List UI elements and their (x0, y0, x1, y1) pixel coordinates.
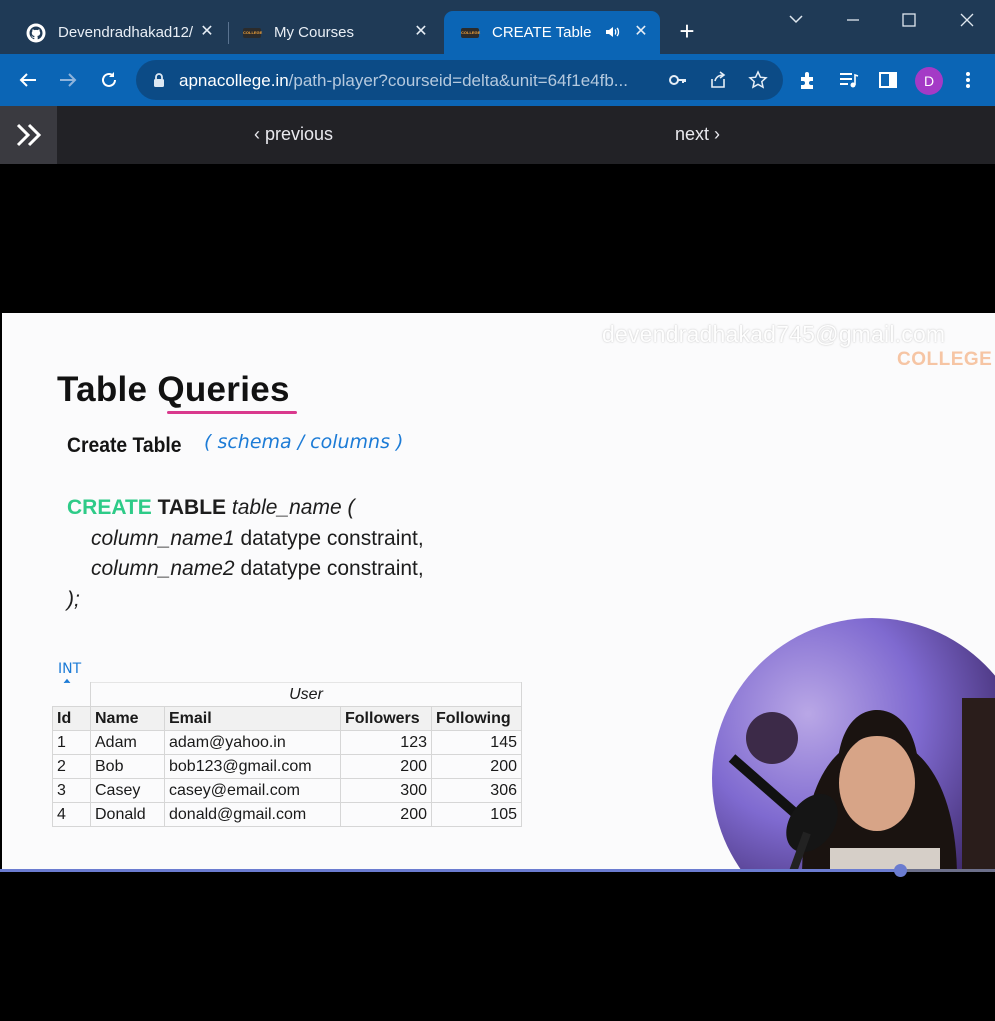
code-line-2: column_name1 datatype constraint, (91, 526, 424, 550)
table-caption: User (90, 682, 522, 707)
code-line-3: column_name2 datatype constraint, (91, 557, 424, 580)
video-letterbox-bottom[interactable] (0, 869, 995, 1021)
table-cell: adam@yahoo.in (164, 730, 341, 755)
column-header: Following (431, 706, 522, 731)
tab-strip: Devendradhakad12/ ✕ COLLEGE My Courses ✕… (0, 0, 995, 54)
extensions-puzzle-icon[interactable] (795, 67, 821, 93)
table-cell: 105 (431, 802, 522, 827)
course-player-bar: ‹ previous next › (0, 106, 995, 164)
address-bar[interactable]: apnacollege.in/path-player?courseid=delt… (136, 60, 783, 100)
table-row: 2 Bob bob123@gmail.com 200 200 (52, 754, 522, 779)
table-cell: Casey (90, 778, 165, 803)
browser-toolbar: apnacollege.in/path-player?courseid=delt… (0, 54, 995, 106)
table-cell: 123 (340, 730, 432, 755)
speaker-icon[interactable] (604, 23, 622, 41)
maximize-icon[interactable] (894, 8, 924, 32)
tab-title: Devendradhakad12/ (58, 24, 194, 41)
reload-icon[interactable] (96, 67, 122, 93)
media-queue-icon[interactable] (835, 67, 861, 93)
slide-subtitle: Create Table (67, 434, 182, 457)
table-cell: 200 (340, 754, 432, 779)
column-header: Email (164, 706, 341, 731)
column-header: Followers (340, 706, 432, 731)
table-cell: 4 (52, 802, 91, 827)
github-icon (26, 23, 46, 43)
instructor-webcam-overlay (712, 618, 995, 869)
lock-icon[interactable] (148, 69, 170, 91)
profile-avatar[interactable]: D (915, 67, 943, 95)
table-header-row: Id Name Email Followers Following (52, 706, 522, 731)
sidebar-toggle-button[interactable] (0, 106, 57, 164)
close-icon[interactable]: ✕ (198, 23, 216, 41)
code-line-1: CREATE TABLE table_name ( (67, 496, 355, 519)
table-cell: 2 (52, 754, 91, 779)
table-row: 4 Donald donald@gmail.com 200 105 (52, 802, 522, 827)
table-cell: 145 (431, 730, 522, 755)
table-cell: Bob (90, 754, 165, 779)
handwritten-note: ( schema / columns ) (204, 431, 403, 453)
table-cell: Adam (90, 730, 165, 755)
tab-create-table[interactable]: COLLEGE CREATE Table ✕ (444, 11, 660, 54)
column-header: Name (90, 706, 165, 731)
video-progress-fill (0, 869, 900, 872)
int-note-text: INT (58, 661, 82, 677)
blank-cell (52, 682, 91, 707)
side-panel-icon[interactable] (875, 67, 901, 93)
close-icon[interactable]: ✕ (412, 23, 430, 41)
tab-divider (228, 22, 229, 44)
window-close-icon[interactable] (952, 8, 982, 32)
table-row: 3 Casey casey@email.com 300 306 (52, 778, 522, 803)
video-frame-slide[interactable]: devendradhakad745@gmail.com COLLEGE Tabl… (2, 313, 995, 869)
tab-search-chevron-icon[interactable] (781, 8, 811, 32)
title-underline (167, 411, 297, 414)
column-header: Id (52, 706, 91, 731)
key-icon[interactable] (667, 69, 689, 91)
table-cell: 3 (52, 778, 91, 803)
table-row: 1 Adam adam@yahoo.in 123 145 (52, 730, 522, 755)
table-cell: 1 (52, 730, 91, 755)
more-menu-icon[interactable] (955, 67, 981, 93)
table-cell: bob123@gmail.com (164, 754, 341, 779)
instructor-image (728, 698, 995, 869)
forward-arrow-icon[interactable] (55, 67, 81, 93)
bookmark-star-icon[interactable] (747, 69, 769, 91)
table-cell: 300 (340, 778, 432, 803)
double-chevron-right-icon (16, 123, 41, 147)
minimize-icon[interactable] (838, 8, 868, 32)
video-letterbox-top[interactable] (0, 164, 995, 313)
close-icon[interactable]: ✕ (632, 23, 650, 41)
next-link[interactable]: next › (675, 124, 720, 145)
table-cell: Donald (90, 802, 165, 827)
tab-title: My Courses (274, 24, 355, 41)
handwritten-annotation: ( schema / columns ) (204, 431, 403, 453)
table-cell: casey@email.com (164, 778, 341, 803)
college-logo-icon: COLLEGE (460, 23, 480, 43)
table-caption-row: User (52, 682, 522, 707)
watermark-email: devendradhakad745@gmail.com (602, 321, 946, 347)
share-icon[interactable] (707, 69, 729, 91)
tab-my-courses[interactable]: COLLEGE My Courses ✕ (230, 11, 440, 54)
previous-link[interactable]: ‹ previous (254, 124, 333, 145)
table-cell: 200 (340, 802, 432, 827)
slide-title: Table Queries (57, 370, 290, 409)
chevron-right-icon: › (709, 124, 721, 144)
watermark-brand: COLLEGE (897, 349, 993, 370)
video-progress-handle[interactable] (894, 864, 907, 877)
table-cell: donald@gmail.com (164, 802, 341, 827)
chevron-left-icon: ‹ (254, 124, 265, 144)
url-text[interactable]: apnacollege.in/path-player?courseid=delt… (179, 71, 628, 91)
tab-github[interactable]: Devendradhakad12/ ✕ (14, 11, 226, 54)
college-logo-icon: COLLEGE (242, 23, 262, 43)
tab-title: CREATE Table (492, 24, 592, 41)
new-tab-button[interactable]: + (676, 18, 698, 44)
back-arrow-icon[interactable] (15, 67, 41, 93)
table-cell: 200 (431, 754, 522, 779)
user-table: User Id Name Email Followers Following 1… (52, 682, 522, 827)
code-line-4: ); (67, 587, 80, 611)
sql-code-block: CREATE TABLE table_name ( column_name1 d… (67, 493, 424, 615)
table-cell: 306 (431, 778, 522, 803)
